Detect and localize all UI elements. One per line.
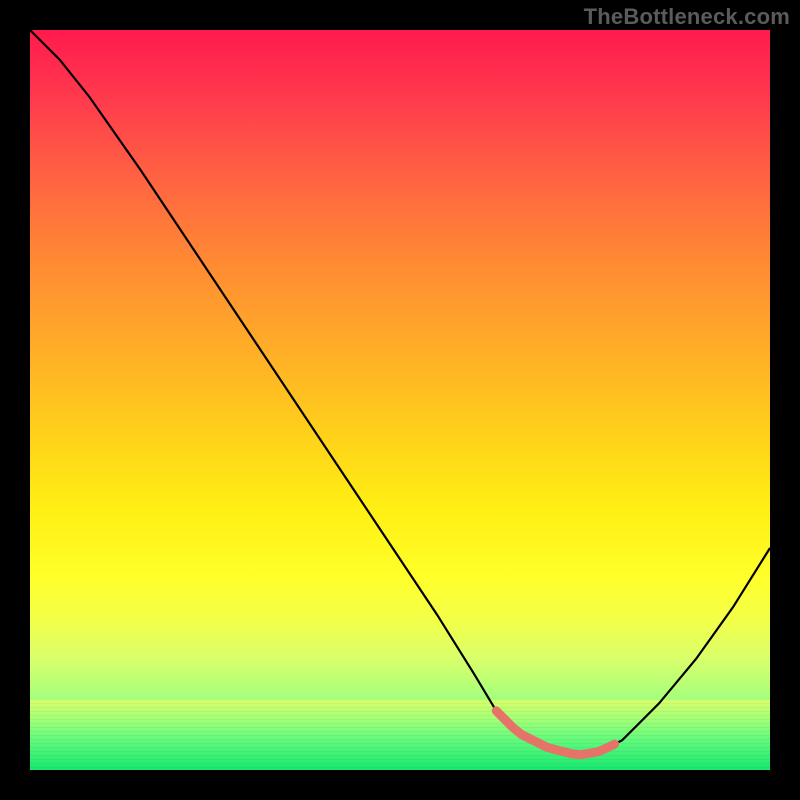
chart-container: TheBottleneck.com: [0, 0, 800, 800]
bottleneck-curve: [30, 30, 770, 755]
attribution-text: TheBottleneck.com: [584, 4, 790, 30]
curve-layer: [30, 30, 770, 770]
plot-area: [30, 30, 770, 770]
optimal-range-highlight: [496, 711, 614, 755]
